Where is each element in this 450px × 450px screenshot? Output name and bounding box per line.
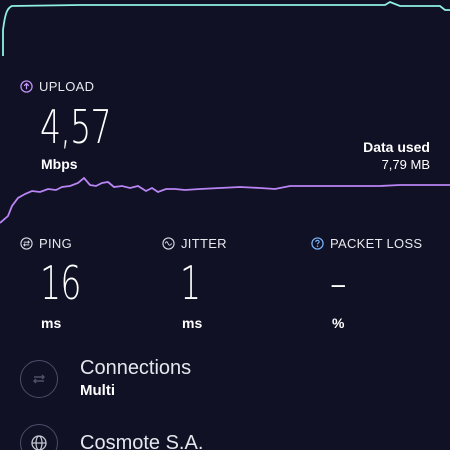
download-graph bbox=[2, 0, 450, 56]
jitter-label-row: JITTER bbox=[162, 236, 227, 251]
connections-row[interactable]: Connections Multi bbox=[20, 356, 191, 402]
upload-label-row: UPLOAD bbox=[20, 79, 94, 94]
globe-icon bbox=[31, 435, 47, 450]
packet-loss-value: – bbox=[330, 256, 347, 310]
question-circle-icon[interactable] bbox=[311, 237, 324, 250]
jitter-wave-icon bbox=[162, 237, 175, 250]
speedtest-results-screen: UPLOAD 4,57 Mbps Data used 7,79 MB PING … bbox=[0, 0, 450, 450]
upload-line bbox=[0, 176, 450, 224]
packet-loss-unit: % bbox=[332, 315, 345, 331]
arrow-up-circle-icon bbox=[20, 80, 33, 93]
packet-loss-label: PACKET LOSS bbox=[330, 236, 423, 251]
ping-value: 16 bbox=[40, 256, 81, 310]
upload-value: 4,57 bbox=[40, 100, 112, 154]
download-line bbox=[2, 0, 450, 56]
connections-title: Connections bbox=[80, 357, 192, 379]
connections-arrows-icon bbox=[33, 374, 45, 384]
jitter-label: JITTER bbox=[181, 236, 227, 251]
data-used-title: Data used bbox=[363, 139, 430, 155]
packet-loss-label-row: PACKET LOSS bbox=[311, 236, 422, 251]
provider-row[interactable]: Cosmote S.A. bbox=[20, 424, 203, 450]
provider-icon-circle bbox=[20, 424, 58, 450]
ping-label: PING bbox=[39, 236, 72, 251]
upload-label: UPLOAD bbox=[39, 79, 95, 94]
ping-label-row: PING bbox=[20, 236, 72, 251]
ping-unit: ms bbox=[41, 315, 62, 331]
upload-graph bbox=[0, 176, 450, 224]
jitter-value: 1 bbox=[180, 256, 201, 310]
jitter-unit: ms bbox=[182, 315, 203, 331]
connections-value: Multi bbox=[80, 382, 115, 399]
ping-arrows-icon bbox=[20, 237, 33, 250]
connections-icon-circle bbox=[20, 360, 58, 398]
provider-title: Cosmote S.A. bbox=[80, 432, 204, 450]
